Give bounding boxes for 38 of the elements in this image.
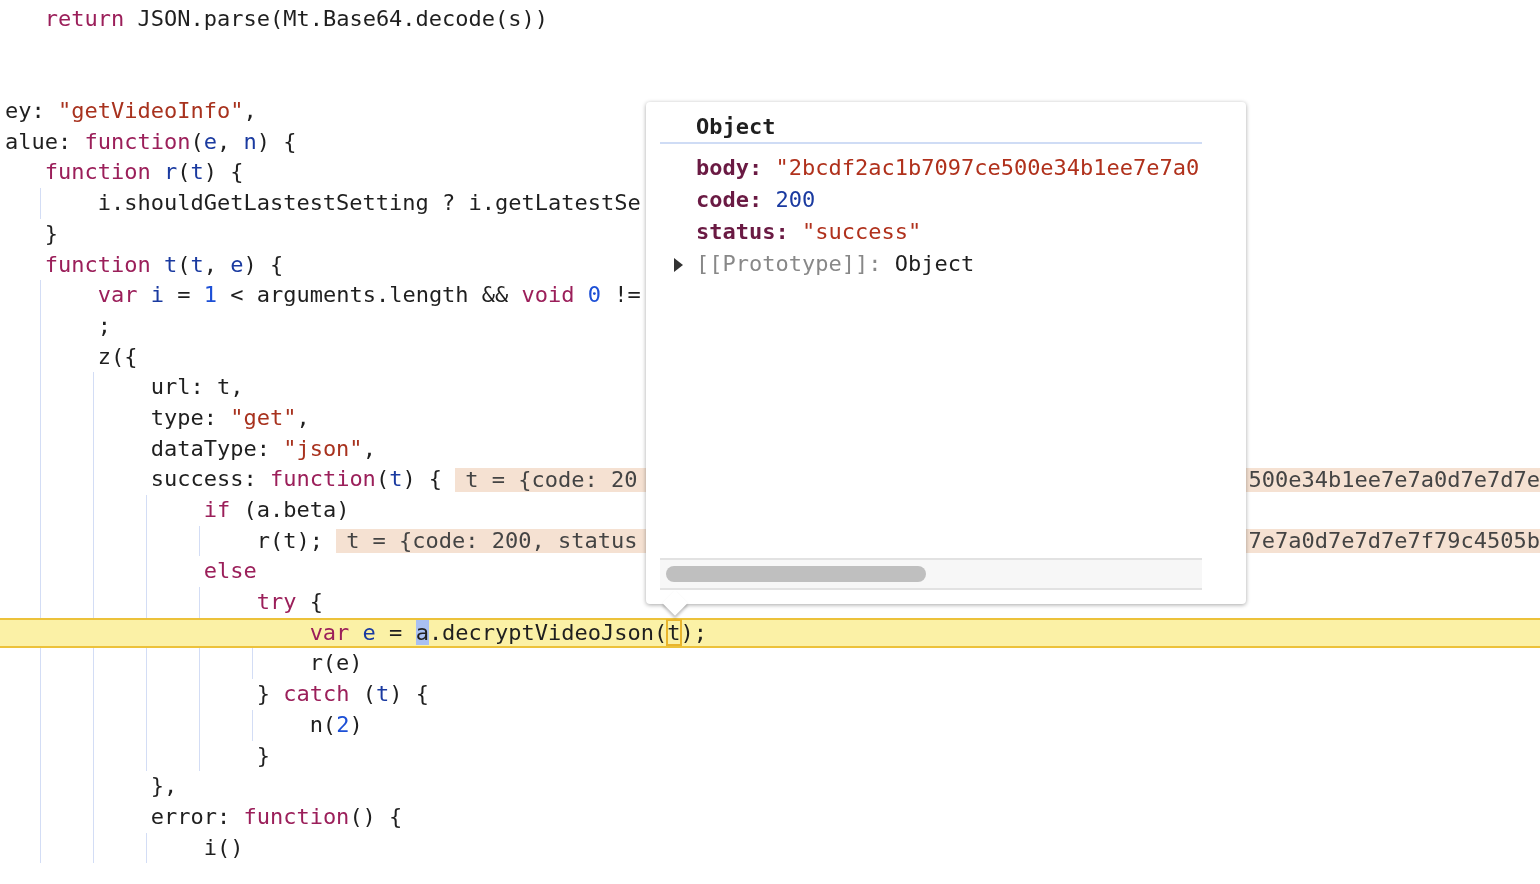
code-line: i() xyxy=(203,833,244,862)
code-line: return JSON.parse(Mt.Base64.decode(s)) xyxy=(44,5,549,33)
code-line: ey: "getVideoInfo", xyxy=(5,97,257,126)
code-line: r(e) xyxy=(309,649,363,678)
code-line: ; xyxy=(97,311,111,340)
code-line: i.shouldGetLastestSetting ? i.getLatestSe xyxy=(97,189,641,218)
code-line: alue: function(e, n) { xyxy=(5,127,297,156)
code-line: success: function(t) { xyxy=(150,465,443,494)
property-row-text: [[Prototype]]: Object xyxy=(696,250,975,278)
code-line: var e = a.decryptVideoJson(t); xyxy=(309,619,708,647)
code-line: } xyxy=(256,741,270,770)
code-line: else xyxy=(203,557,257,586)
code-line: n(2) xyxy=(309,710,363,739)
property-row-text: code: 200 xyxy=(696,186,816,214)
code-line: var i = 1 < arguments.length && void 0 != xyxy=(97,281,641,310)
expand-triangle-icon[interactable] xyxy=(674,258,683,272)
code-line: if (a.beta) xyxy=(203,496,350,524)
horizontal-scrollbar[interactable] xyxy=(660,558,1202,590)
property-row-text: body: "2bcdf2ac1b7097ce500e34b1ee7e7a0 xyxy=(696,154,1200,182)
code-line: url: t, xyxy=(150,373,244,402)
inline-value: 7e7a0d7e7d7e7f79c4505b xyxy=(1248,529,1540,554)
popover-title: Object xyxy=(696,113,777,141)
inline-value: 500e34b1ee7e7a0d7e7d7e xyxy=(1248,467,1540,492)
code-line: function t(t, e) { xyxy=(44,250,284,279)
inline-value: t = {code: 20 xyxy=(455,467,648,492)
code-line: } xyxy=(44,219,58,248)
inline-value: t = {code: 200, status xyxy=(336,529,648,554)
code-line: r(t); xyxy=(256,526,323,555)
scrollbar-thumb[interactable] xyxy=(666,566,926,582)
code-line: error: function() { xyxy=(150,802,403,831)
code-line: dataType: "json", xyxy=(150,434,376,463)
code-line: function r(t) { xyxy=(44,158,244,187)
property-row-text: status: "success" xyxy=(696,218,922,246)
code-line: try { xyxy=(256,588,323,617)
code-line: z({ xyxy=(97,342,138,371)
code-line: type: "get", xyxy=(150,403,310,432)
code-line: } catch (t) { xyxy=(256,680,429,709)
code-line: }, xyxy=(150,772,178,801)
